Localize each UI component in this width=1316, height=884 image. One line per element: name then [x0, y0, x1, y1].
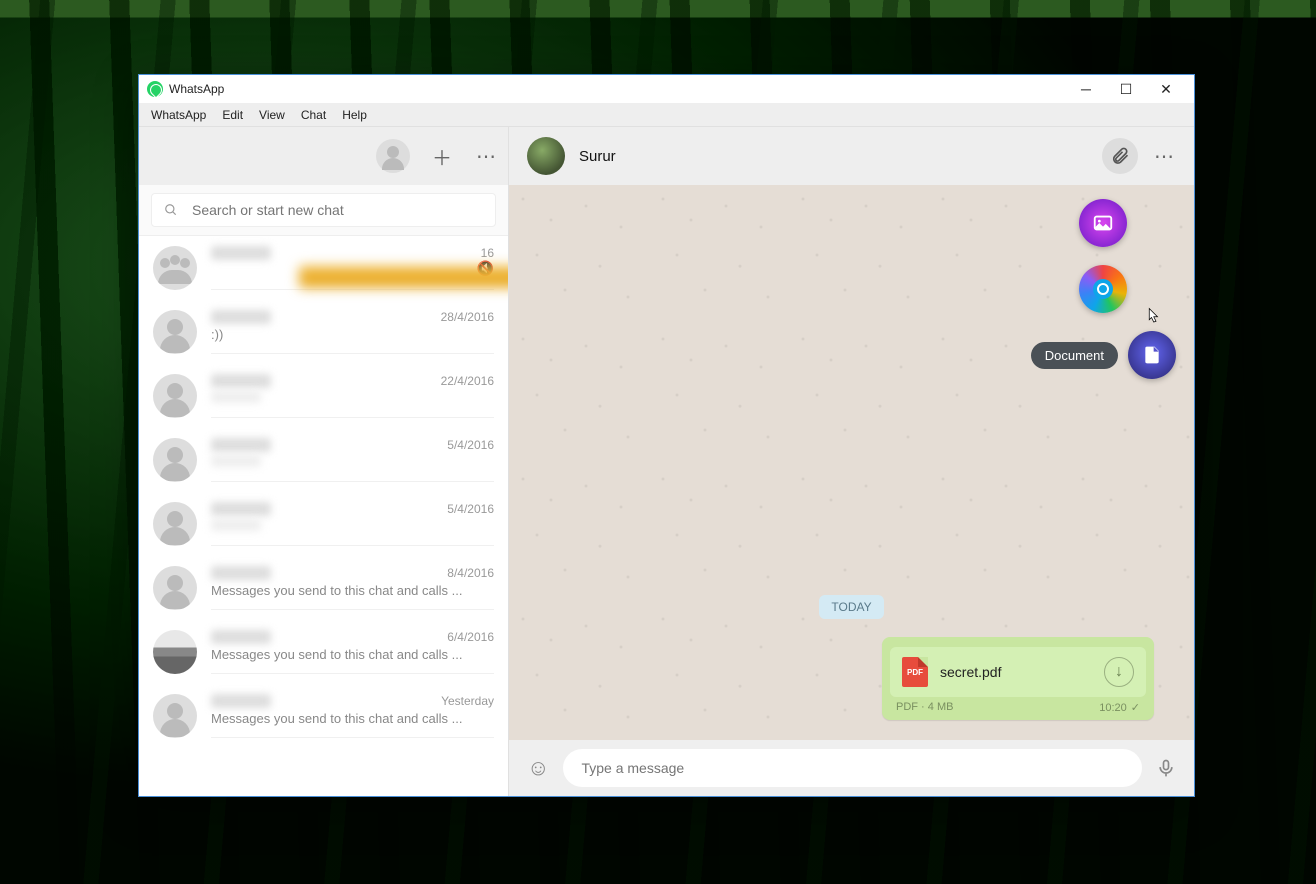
attach-gallery-button[interactable] [1079, 199, 1127, 247]
chat-item[interactable]: 5/4/2016 [139, 492, 508, 556]
chat-date: 28/4/2016 [441, 310, 494, 324]
chat-avatar [153, 438, 197, 482]
chat-avatar [153, 246, 197, 290]
chat-name [211, 310, 271, 324]
chat-preview: Messages you send to this chat and calls… [211, 711, 462, 726]
menu-edit[interactable]: Edit [214, 106, 251, 124]
message-input[interactable] [563, 749, 1142, 787]
chat-avatar [153, 374, 197, 418]
emoji-button[interactable]: ☺ [527, 755, 549, 781]
chat-item[interactable]: Yesterday Messages you send to this chat … [139, 684, 508, 748]
compose-bar: ☺ [509, 740, 1194, 796]
conversation-panel: Surur ⋯ Document TODAY [509, 127, 1194, 796]
chat-avatar [153, 502, 197, 546]
chat-item[interactable]: 6/4/2016 Messages you send to this chat a… [139, 620, 508, 684]
date-separator: TODAY [819, 595, 883, 619]
file-meta: PDF · 4 MB [896, 701, 953, 714]
download-button[interactable]: ↓ [1104, 657, 1134, 687]
titlebar-text: WhatsApp [169, 82, 224, 96]
document-tooltip: Document [1031, 342, 1118, 369]
menu-view[interactable]: View [251, 106, 293, 124]
menu-chat[interactable]: Chat [293, 106, 334, 124]
chat-date: Yesterday [441, 694, 494, 708]
redacted-preview [299, 266, 508, 288]
chat-name [211, 566, 271, 580]
chat-name [211, 630, 271, 644]
menu-help[interactable]: Help [334, 106, 375, 124]
pdf-icon: PDF [902, 657, 928, 687]
chat-item[interactable]: 28/4/2016:)) [139, 300, 508, 364]
chat-avatar [153, 310, 197, 354]
minimize-button[interactable]: ─ [1066, 76, 1106, 102]
sidebar-menu-button[interactable]: ⋯ [474, 144, 498, 169]
document-icon [1142, 344, 1162, 366]
chat-list[interactable]: 16🔇28/4/2016:))22/4/20165/4/20165/4/2016… [139, 236, 508, 796]
chat-item[interactable]: 8/4/2016 Messages you send to this chat a… [139, 556, 508, 620]
chat-date: 22/4/2016 [441, 374, 494, 388]
search-input[interactable] [192, 202, 483, 218]
message-bubble[interactable]: PDF secret.pdf ↓ PDF · 4 MB 10:20✓ [882, 637, 1154, 720]
message-time: 10:20✓ [1099, 701, 1140, 714]
titlebar[interactable]: WhatsApp ─ ☐ ✕ [139, 75, 1194, 103]
sidebar-header: ＋ ⋯ [139, 127, 508, 185]
chat-date: 6/4/2016 [447, 630, 494, 644]
chat-name [211, 694, 271, 708]
maximize-button[interactable]: ☐ [1106, 76, 1146, 102]
chat-preview [211, 519, 261, 531]
chat-name [211, 246, 271, 260]
contact-name: Surur [579, 148, 1088, 165]
chat-preview: :)) [211, 327, 223, 342]
chat-preview: Messages you send to this chat and calls… [211, 583, 462, 598]
chat-menu-button[interactable]: ⋯ [1152, 144, 1176, 169]
attach-camera-button[interactable] [1079, 265, 1127, 313]
search-icon [164, 203, 178, 217]
attach-button[interactable] [1102, 138, 1138, 174]
chat-item[interactable]: 5/4/2016 [139, 428, 508, 492]
mic-button[interactable] [1156, 756, 1176, 780]
attach-document-button[interactable] [1128, 331, 1176, 379]
close-button[interactable]: ✕ [1146, 76, 1186, 102]
new-chat-button[interactable]: ＋ [430, 142, 454, 171]
chat-date: 8/4/2016 [447, 566, 494, 580]
chat-date: 5/4/2016 [447, 502, 494, 516]
menu-whatsapp[interactable]: WhatsApp [143, 106, 214, 124]
attach-menu: Document [1031, 199, 1176, 379]
search-bar [139, 185, 508, 236]
menubar: WhatsApp Edit View Chat Help [139, 103, 1194, 127]
chat-item[interactable]: 22/4/2016 [139, 364, 508, 428]
contact-avatar[interactable] [527, 137, 565, 175]
my-avatar[interactable] [376, 139, 410, 173]
whatsapp-window: WhatsApp ─ ☐ ✕ WhatsApp Edit View Chat H… [138, 74, 1195, 797]
chat-name [211, 374, 271, 388]
sent-check-icon: ✓ [1131, 702, 1140, 714]
chat-date: 5/4/2016 [447, 438, 494, 452]
chat-avatar [153, 566, 197, 610]
chat-name [211, 438, 271, 452]
chat-name [211, 502, 271, 516]
chat-preview: Messages you send to this chat and calls… [211, 647, 462, 662]
chat-avatar [153, 630, 197, 674]
image-icon [1092, 212, 1114, 234]
chat-header: Surur ⋯ [509, 127, 1194, 185]
file-name: secret.pdf [940, 664, 1092, 680]
messages-area: TODAY PDF secret.pdf ↓ PDF · 4 MB 10:20✓ [509, 575, 1194, 740]
chat-avatar [153, 694, 197, 738]
camera-icon [1093, 279, 1113, 299]
chat-item[interactable]: 16🔇 [139, 236, 508, 300]
paperclip-icon [1110, 146, 1130, 166]
chat-preview [211, 391, 261, 403]
chat-date: 16 [481, 246, 494, 260]
whatsapp-icon [147, 81, 163, 97]
chat-preview [211, 455, 261, 467]
sidebar: ＋ ⋯ 16🔇28/4/2016:))22/4/20165/4/20165/4/… [139, 127, 509, 796]
